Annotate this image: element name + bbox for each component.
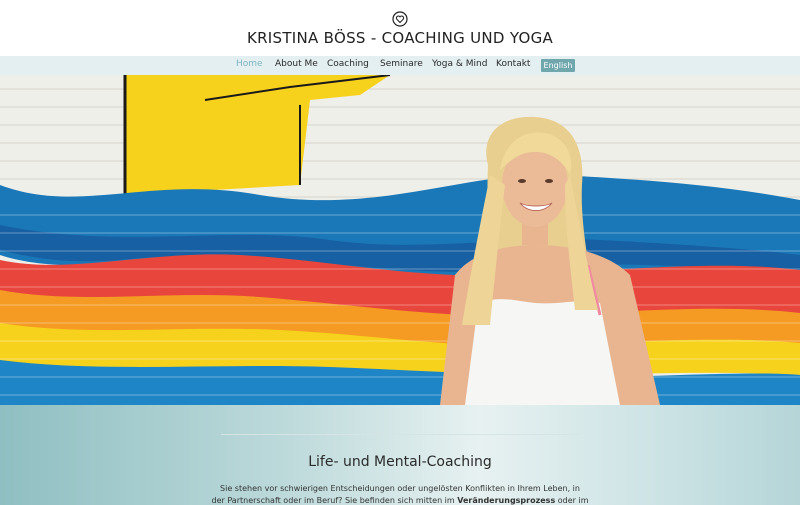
section-title: Life- und Mental-Coaching <box>308 454 492 470</box>
nav-list: Home About Me Coaching Seminare Yoga & M… <box>0 56 800 75</box>
nav-item-seminare[interactable]: Seminare <box>380 59 423 69</box>
site-header: KRISTINA BÖSS - COACHING UND YOGA <box>0 0 800 56</box>
nav-item-kontakt[interactable]: Kontakt <box>496 59 530 69</box>
nav-item-coaching[interactable]: Coaching <box>327 59 369 69</box>
intro-paragraph: Sie stehen vor schwierigen Entscheidunge… <box>210 483 590 505</box>
english-language-button[interactable]: English <box>541 59 575 72</box>
coaching-section: Life- und Mental-Coaching Sie stehen vor… <box>0 405 800 505</box>
intro-line-2b: oder im <box>555 496 589 505</box>
intro-line-1: Sie stehen vor schwierigen Entscheidunge… <box>220 484 580 493</box>
main-navigation: Home About Me Coaching Seminare Yoga & M… <box>0 56 800 75</box>
heart-circle-icon[interactable] <box>392 11 408 27</box>
site-title[interactable]: KRISTINA BÖSS - COACHING UND YOGA <box>0 29 800 47</box>
nav-item-about-me[interactable]: About Me <box>275 59 318 69</box>
nav-item-yoga-mind[interactable]: Yoga & Mind <box>432 59 487 69</box>
intro-highlight: Veränderungsprozess <box>457 496 556 505</box>
hero-image <box>0 75 800 405</box>
section-divider <box>221 434 579 435</box>
hero-illustration <box>0 75 800 405</box>
nav-item-home[interactable]: Home <box>236 59 263 69</box>
intro-line-2a: der Partnerschaft oder im Beruf? Sie bef… <box>211 496 458 505</box>
